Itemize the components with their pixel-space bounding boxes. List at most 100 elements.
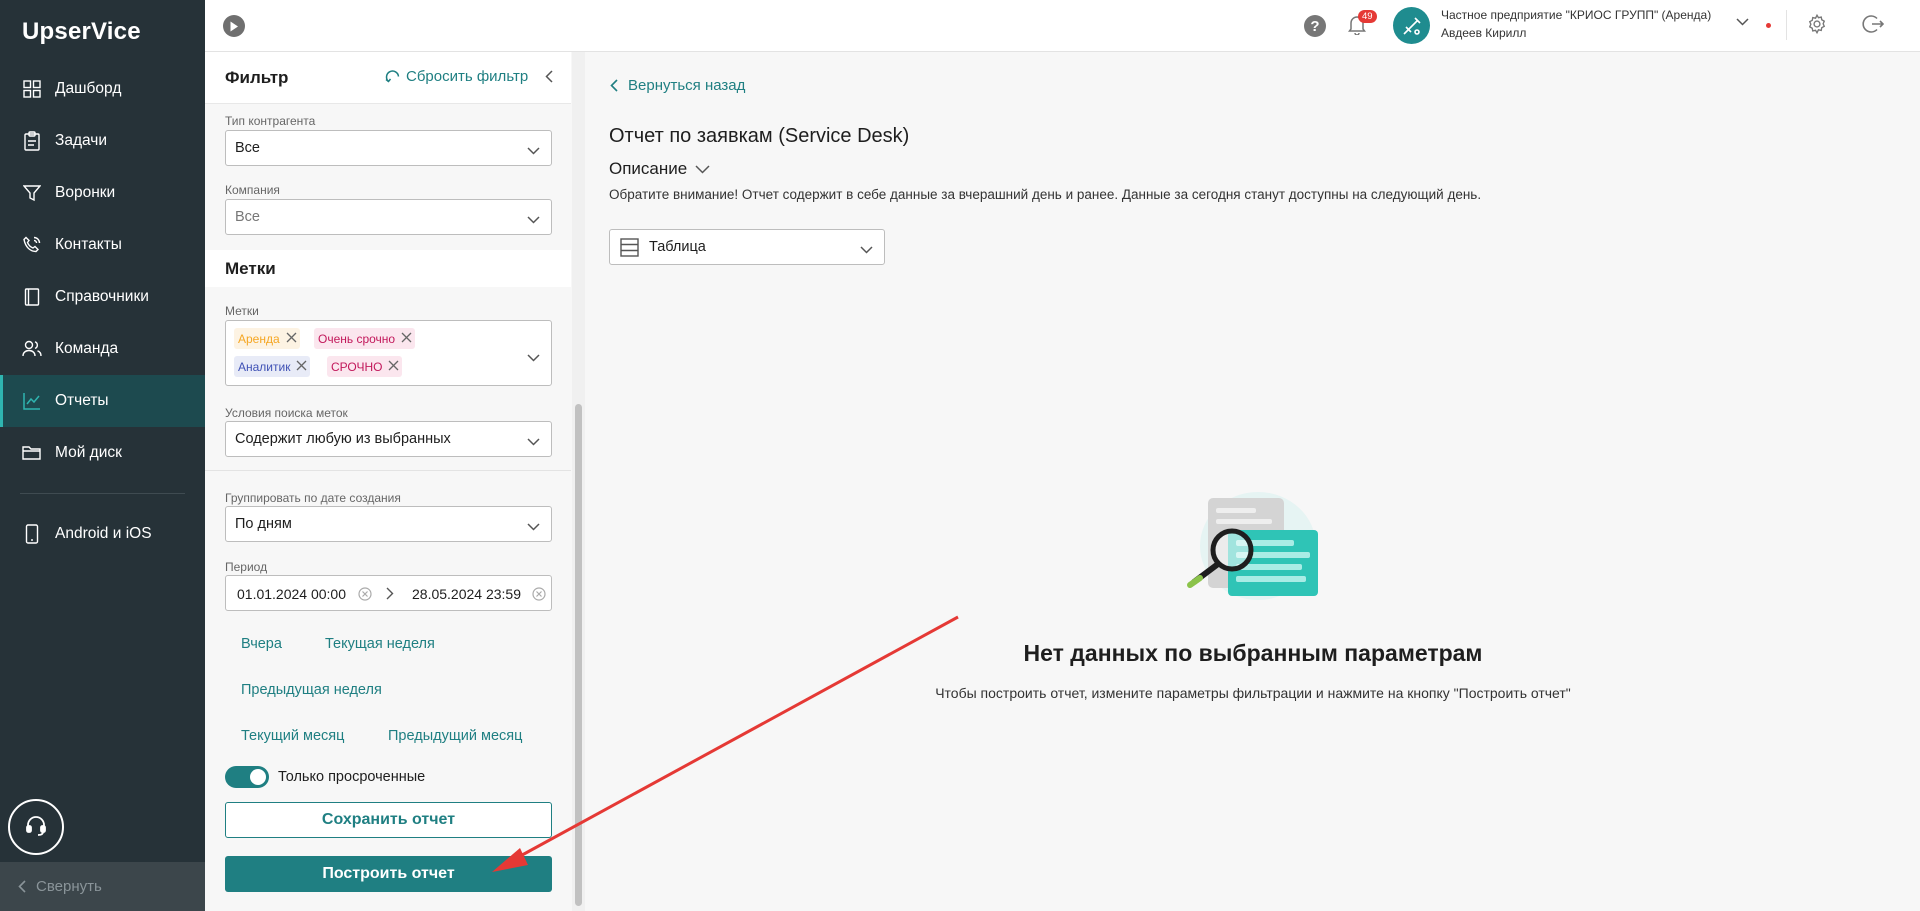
sidebar-item-contacts[interactable]: Контакты [0,219,205,271]
company-select[interactable]: Все [225,199,552,235]
quick-previous-month-link[interactable]: Предыдущий месяц [388,728,522,744]
tag-chip: Аналитик [234,356,311,377]
folder-icon [22,443,42,463]
period-to-input[interactable]: 28.05.2024 23:59 [412,586,521,602]
quick-yesterday-link[interactable]: Вчера [241,636,282,652]
support-button[interactable] [8,799,64,855]
chevron-down-icon [527,434,540,450]
sidebar: UpserVice Дашборд Задачи Воронки Контакт… [0,0,205,911]
tag-chip: СРОЧНО [327,356,403,377]
tag-condition-label: Условия поиска меток [225,406,348,420]
remove-tag-icon[interactable] [388,360,399,374]
help-button[interactable]: ? [1304,15,1326,37]
sidebar-item-tasks[interactable]: Задачи [0,115,205,167]
dashboard-icon [22,79,42,99]
tag-text: Очень срочно [318,331,396,346]
app-logo[interactable]: UpserVice [22,18,141,46]
contractor-type-select[interactable]: Все [225,130,552,166]
period-from-input[interactable]: 01.01.2024 00:00 [237,586,346,602]
overdue-only-label: Только просроченные [278,769,426,785]
reports-icon [22,391,42,411]
sidebar-item-directories[interactable]: Справочники [0,271,205,323]
filter-header: Фильтр Сбросить фильтр [205,52,571,104]
contractor-type-label: Тип контрагента [225,114,316,128]
tags-section-title: Метки [225,259,276,278]
view-mode-value: Таблица [649,239,706,255]
clear-icon[interactable] [358,587,372,601]
quick-previous-week-link[interactable]: Предыдущая неделя [241,682,382,698]
phone-icon [22,524,42,544]
build-report-button[interactable]: Построить отчет [225,856,552,892]
tags-label: Метки [225,304,259,318]
settings-button[interactable] [1806,13,1828,35]
collapse-label: Свернуть [36,878,102,895]
tag-text: Аренда [238,331,280,346]
sidebar-item-mobile-apps[interactable]: Android и iOS [0,508,205,560]
period-range-picker[interactable]: 01.01.2024 00:00 28.05.2024 23:59 [225,575,552,611]
main-content: Вернуться назад Отчет по заявкам (Servic… [586,52,1920,911]
sidebar-item-label: Отчеты [55,392,109,409]
description-label: Описание [609,159,688,178]
back-link[interactable]: Вернуться назад [610,77,745,94]
sidebar-item-label: Мой диск [55,444,122,461]
collapse-sidebar-button[interactable]: Свернуть [0,862,205,911]
clear-icon[interactable] [532,587,546,601]
refresh-icon [385,69,406,84]
group-by-label: Группировать по дате создания [225,491,401,505]
chevron-down-icon [687,164,710,174]
sidebar-item-label: Задачи [55,132,108,149]
tag-chip: Очень срочно [314,328,416,349]
sidebar-item-reports[interactable]: Отчеты [0,375,205,427]
filter-scrollbar-thumb[interactable] [575,404,582,906]
collapse-filter-button[interactable] [545,70,553,83]
sidebar-item-team[interactable]: Команда [0,323,205,375]
sidebar-item-label: Команда [55,340,119,357]
back-link-label: Вернуться назад [628,77,746,94]
remove-tag-icon[interactable] [286,332,297,346]
remove-tag-icon[interactable] [296,360,307,374]
filter-title: Фильтр [225,68,289,87]
notification-count-badge: 49 [1358,10,1377,23]
description-toggle[interactable]: Описание [609,159,710,179]
page-title: Отчет по заявкам (Service Desk) [609,125,910,147]
sidebar-nav: Дашборд Задачи Воронки Контакты Справочн… [0,63,205,560]
nav-divider [20,493,185,494]
data-notice: Обратите внимание! Отчет содержит в себе… [609,187,1482,202]
team-icon [22,339,42,359]
company-avatar[interactable] [1393,7,1430,44]
sidebar-item-my-disk[interactable]: Мой диск [0,427,205,479]
user-name: Авдеев Кирилл [1441,26,1527,40]
empty-state-illustration [1180,488,1330,623]
save-report-button[interactable]: Сохранить отчет [225,802,552,838]
user-menu-toggle[interactable] [1736,18,1749,26]
play-button[interactable] [223,15,245,37]
period-label: Период [225,560,268,574]
question-icon: ? [1310,17,1320,35]
chevron-left-icon [610,79,628,92]
filter-panel: Фильтр Сбросить фильтр Тип контрагента В… [205,52,585,911]
sidebar-item-label: Android и iOS [55,525,152,542]
quick-current-month-link[interactable]: Текущий месяц [241,728,344,744]
overdue-only-toggle[interactable] [225,766,269,788]
empty-state-subtitle: Чтобы построить отчет, измените параметр… [935,685,1571,701]
tags-section-header: Метки [205,250,571,287]
tags-multiselect[interactable]: Аренда Очень срочно Аналитик СРОЧНО [225,320,552,386]
tag-chip: Аренда [234,328,300,349]
chevron-down-icon [527,519,540,535]
top-bar: ? 49 Частное предприятие "КРИОС ГРУПП" (… [205,0,1920,52]
chevron-left-icon [545,70,553,83]
logout-button[interactable] [1862,13,1884,35]
tag-condition-select[interactable]: Содержит любую из выбранных [225,421,552,457]
logout-icon [1862,13,1884,35]
reset-filter-button[interactable]: Сбросить фильтр [385,68,528,85]
quick-current-week-link[interactable]: Текущая неделя [325,636,435,652]
remove-tag-icon[interactable] [401,332,412,346]
tasks-icon [22,131,42,151]
sidebar-item-funnels[interactable]: Воронки [0,167,205,219]
company-label: Компания [225,183,280,197]
sidebar-item-label: Дашборд [55,80,122,97]
group-by-select[interactable]: По дням [225,506,552,542]
avatar-logo-icon [1401,15,1423,37]
view-mode-select[interactable]: Таблица [609,229,885,265]
sidebar-item-dashboard[interactable]: Дашборд [0,63,205,115]
